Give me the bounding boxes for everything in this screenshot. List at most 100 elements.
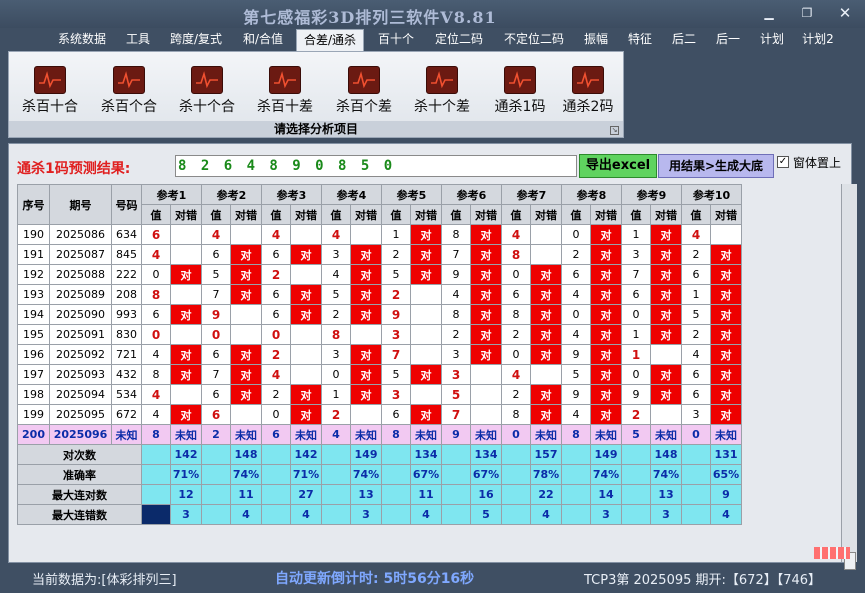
close-icon[interactable]: ✕	[834, 4, 856, 22]
menu-tab-8[interactable]: 振幅	[578, 29, 614, 49]
status-countdown: 自动更新倒计时: 5时56分16秒	[275, 571, 475, 587]
menu-tab-9[interactable]: 特征	[622, 29, 658, 49]
cell-value: 0	[561, 224, 591, 245]
cell-value: 1	[621, 224, 651, 245]
ribbon-button-6[interactable]: 通杀1码	[485, 66, 555, 116]
menu-tab-0[interactable]: 系统数据	[54, 29, 110, 49]
ribbon-button-4[interactable]: 杀百个差	[329, 66, 399, 116]
cell-hit: 对	[530, 344, 562, 365]
menu-tab-4[interactable]: 合差/通杀	[296, 29, 364, 51]
cell-hit: 对	[290, 384, 322, 405]
chart-icon	[113, 66, 145, 94]
minimize-icon[interactable]: ▁	[758, 4, 780, 22]
cell-number: 208	[111, 284, 142, 305]
menu-tab-2[interactable]: 跨度/复式	[164, 29, 228, 49]
col-header-value: 值	[501, 204, 531, 225]
stat-value: 3	[350, 504, 382, 525]
menu-tab-12[interactable]: 计划	[754, 29, 790, 49]
cell-value: 0	[621, 304, 651, 325]
cell-hit: 对	[170, 344, 202, 365]
menu-tab-1[interactable]: 工具	[120, 29, 156, 49]
stat-spacer	[621, 484, 651, 505]
stat-value: 13	[650, 484, 682, 505]
cell-value: 3	[681, 404, 711, 425]
cell-hit: 对	[590, 244, 622, 265]
cell-value: 0	[261, 324, 291, 345]
stat-value: 142	[170, 444, 202, 465]
cell-hit: 对	[350, 364, 382, 385]
cell-miss	[170, 284, 202, 305]
cell-value: 4	[561, 404, 591, 425]
menu-tab-11[interactable]: 后一	[710, 29, 746, 49]
analysis-table: 序号 期号 号码 参考1 参考2 参考3 参考4 参考5 参考6 参考7 参考8 参考9 参考10 值对错…	[17, 184, 742, 525]
col-header-ref: 参考2	[201, 184, 262, 205]
generate-base-button[interactable]: 用结果>生成大底	[658, 154, 774, 178]
col-header-hit: 对错	[230, 204, 262, 225]
ribbon-button-0[interactable]: 杀百十合	[15, 66, 85, 116]
cell-period: 2025087	[49, 244, 112, 265]
cell-value: 0	[321, 364, 351, 385]
menu-tab-13[interactable]: 计划2	[798, 29, 838, 49]
menu-tab-3[interactable]: 和/合值	[237, 29, 289, 49]
cell-value: 6	[261, 304, 291, 325]
cell-value: 1	[621, 344, 651, 365]
chart-icon	[504, 66, 536, 94]
cell-value: 2	[261, 384, 291, 405]
ribbon-button-1[interactable]: 杀百个合	[94, 66, 164, 116]
cell-hit: 对	[290, 284, 322, 305]
cell-hit: 对	[170, 304, 202, 325]
stat-value: 149	[350, 444, 382, 465]
cell-value: 6	[141, 224, 171, 245]
cell-hit: 对	[230, 244, 262, 265]
cell-value: 9	[561, 384, 591, 405]
ribbon-button-label: 杀百十合	[22, 99, 78, 115]
cell-value: 5	[621, 424, 651, 445]
table-row-stat: 最大连错数 3 4 4 3 4 5 4 3 3 4	[17, 504, 742, 525]
cell-miss	[650, 344, 682, 365]
cell-value: 4	[501, 364, 531, 385]
stat-value: 4	[230, 504, 262, 525]
ribbon-button-label: 通杀1码	[494, 99, 546, 115]
stat-value: 11	[230, 484, 262, 505]
ribbon-button-2[interactable]: 杀十个合	[172, 66, 242, 116]
menu-tab-7[interactable]: 不定位二码	[498, 29, 570, 49]
menu-tab-10[interactable]: 后二	[666, 29, 702, 49]
vertical-scrollbar[interactable]	[841, 184, 857, 570]
ribbon-button-5[interactable]: 杀十个差	[407, 66, 477, 116]
stat-spacer	[321, 504, 351, 525]
chart-icon	[348, 66, 380, 94]
cell-miss	[410, 384, 442, 405]
ribbon-button-3[interactable]: 杀百十差	[250, 66, 320, 116]
topmost-checkbox-label: 窗体置上	[793, 156, 842, 170]
ribbon-expand-icon[interactable]: ↘	[610, 126, 619, 135]
cell-hit: 对	[710, 304, 742, 325]
cell-value: 6	[201, 244, 231, 265]
menu-tab-5[interactable]: 百十个	[372, 29, 420, 49]
stat-label: 准确率	[17, 464, 142, 485]
col-header-hit: 对错	[170, 204, 202, 225]
stat-value: 74%	[350, 464, 382, 485]
ribbon-button-label: 杀百十差	[257, 99, 313, 115]
ribbon-button-7[interactable]: 通杀2码	[553, 66, 623, 116]
cell-miss	[170, 384, 202, 405]
cell-hit: 对	[290, 304, 322, 325]
col-header-ref: 参考9	[621, 184, 682, 205]
cell-number: 672	[111, 404, 142, 425]
cell-value: 5	[381, 364, 411, 385]
cell-hit: 对	[410, 404, 442, 425]
cell-value: 7	[441, 404, 471, 425]
topmost-checkbox[interactable]: ✓	[777, 156, 789, 168]
export-excel-button[interactable]: 导出excel	[579, 154, 657, 178]
prediction-result-field[interactable]: 8 2 6 4 8 9 0 8 5 0	[175, 155, 577, 177]
cell-hit: 对	[590, 324, 622, 345]
cell-miss	[290, 264, 322, 285]
cell-value: 4	[681, 344, 711, 365]
table-row: 197 2025093 432 8 对 7 对 4 0 对 5 对 3 4 5 对 0 对 6 对	[17, 364, 742, 385]
menu-tab-6[interactable]: 定位二码	[429, 29, 489, 49]
stat-value: 4	[710, 504, 742, 525]
cell-value: 5	[201, 264, 231, 285]
cell-seq: 196	[17, 344, 50, 365]
restore-icon[interactable]: ❐	[796, 4, 818, 22]
prediction-label: 通杀1码预测结果:	[17, 161, 131, 177]
cell-seq: 190	[17, 224, 50, 245]
